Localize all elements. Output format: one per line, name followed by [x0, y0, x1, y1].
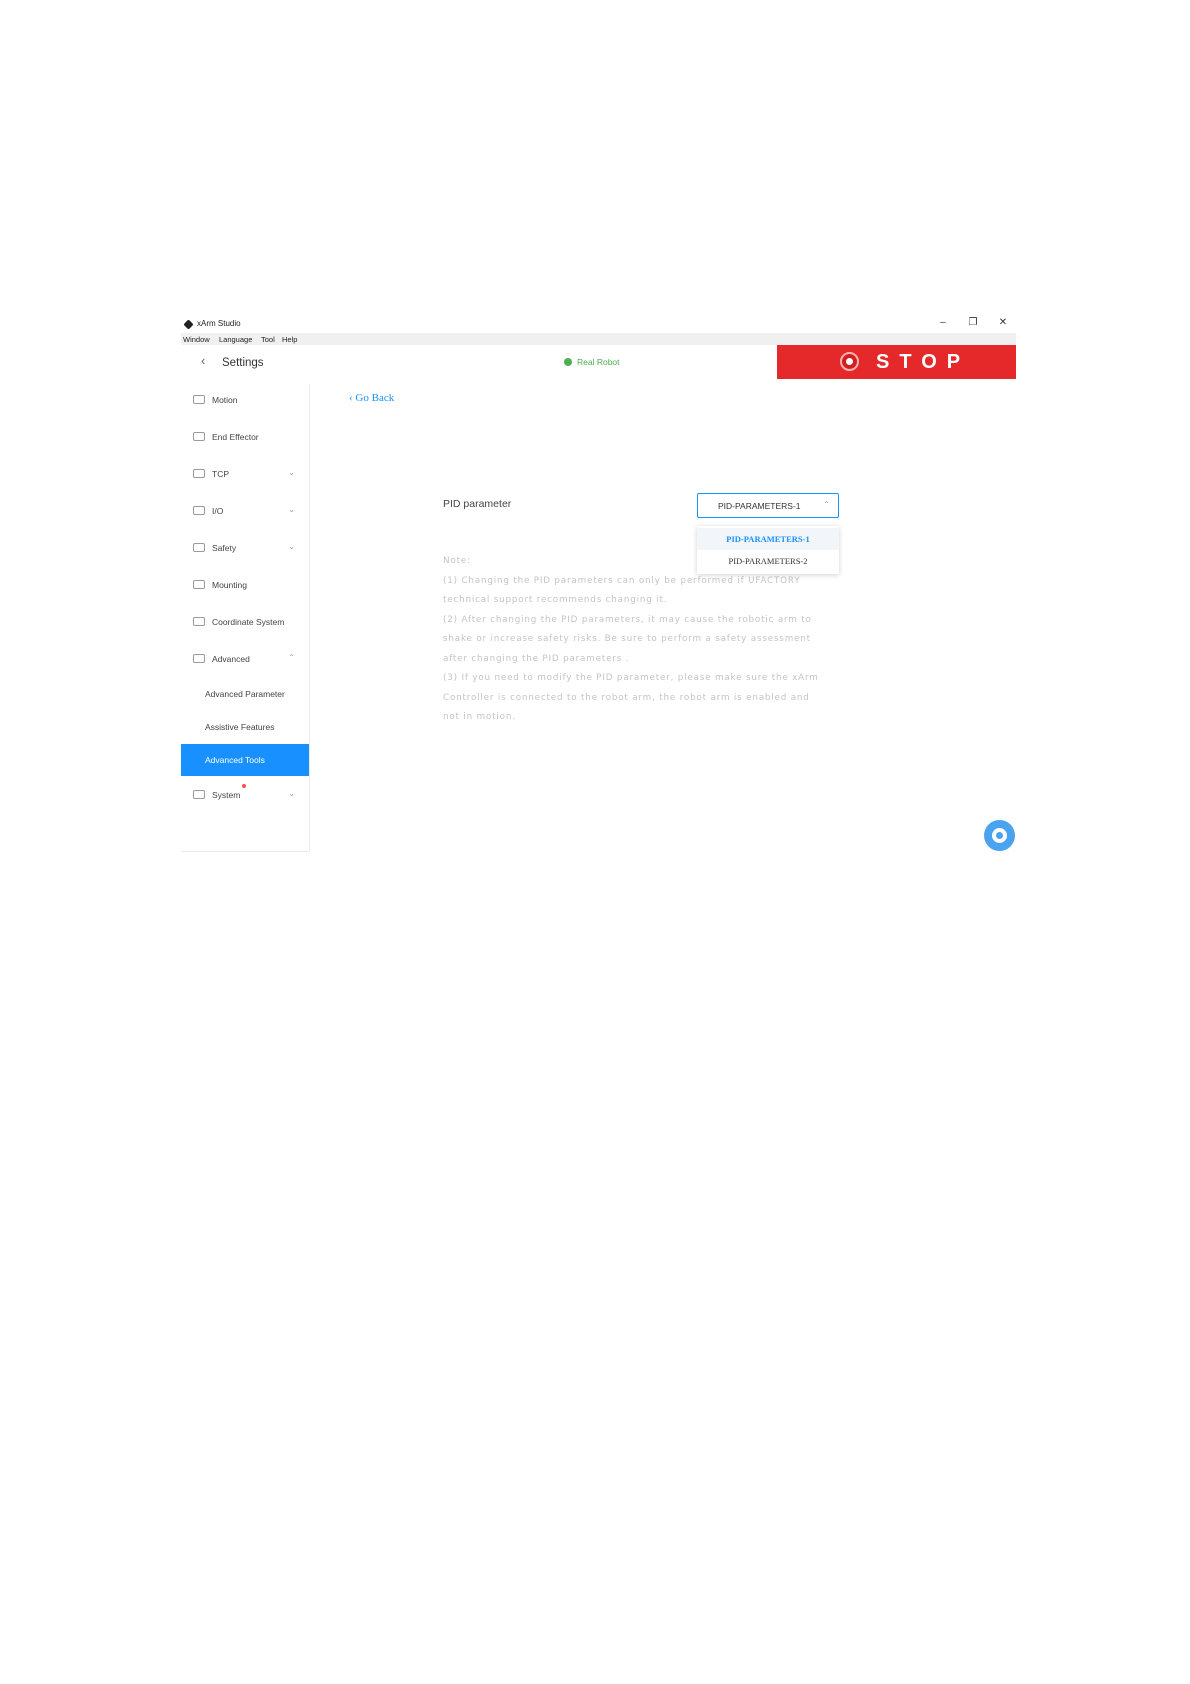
menu-tool[interactable]: Tool	[261, 335, 275, 344]
note-line: Controller is connected to the robot arm…	[443, 692, 810, 703]
close-icon[interactable]: ✕	[996, 317, 1010, 328]
sidebar-subitem-assistive-features[interactable]: Assistive Features	[181, 711, 309, 743]
advanced-icon	[193, 654, 205, 663]
safety-icon	[193, 543, 205, 552]
chevron-down-icon: ⌄	[288, 505, 295, 514]
note-line: (3) If you need to modify the PID parame…	[443, 673, 819, 683]
sidebar-subitem-label: Advanced Parameter	[205, 689, 285, 699]
sidebar-item-label: Safety	[212, 543, 237, 553]
sidebar: Motion End Effector TCP ⌄ I/O ⌄ Safety ⌄…	[181, 384, 310, 852]
pid-parameter-dropdown: PID-PARAMETERS-1 PID-PARAMETERS-2	[697, 526, 839, 574]
sidebar-item-system[interactable]: System ⌄	[181, 779, 309, 811]
note-line: technical support recommends changing it…	[443, 595, 668, 605]
maximize-icon[interactable]: ❐	[966, 317, 980, 328]
stop-icon	[840, 352, 859, 371]
sidebar-subitem-advanced-parameter[interactable]: Advanced Parameter	[181, 678, 309, 710]
dropdown-option-pid-1[interactable]: PID-PARAMETERS-1	[697, 528, 839, 550]
note-line: not in motion.	[443, 712, 516, 722]
select-value: PID-PARAMETERS-1	[718, 501, 801, 511]
app-window: xArm Studio – ❐ ✕ Window Language Tool H…	[181, 316, 1016, 852]
sidebar-item-label: Motion	[212, 395, 238, 405]
pid-parameter-label: PID parameter	[443, 498, 512, 510]
sidebar-item-label: End Effector	[212, 432, 259, 442]
menu-bar: Window Language Tool Help	[181, 333, 1016, 345]
page-title: Settings	[222, 357, 264, 369]
motion-icon	[193, 395, 205, 404]
mounting-icon	[193, 580, 205, 589]
menu-help[interactable]: Help	[282, 335, 297, 344]
go-back-link[interactable]: ‹ Go Back	[349, 392, 394, 404]
sidebar-item-mounting[interactable]: Mounting	[181, 569, 309, 601]
chevron-up-icon: ⌃	[823, 500, 830, 509]
note-line: (2) After changing the PID parameters, i…	[443, 614, 812, 625]
chevron-down-icon: ⌄	[288, 468, 295, 477]
menu-window[interactable]: Window	[183, 335, 210, 344]
sidebar-subitem-label: Advanced Tools	[205, 755, 265, 765]
header: ‹ Settings Real Robot STOP	[181, 345, 1016, 379]
sidebar-item-end-effector[interactable]: End Effector	[181, 421, 309, 453]
note-line: after changing the PID parameters .	[443, 653, 630, 664]
sidebar-item-label: System	[212, 790, 241, 800]
back-chevron-icon[interactable]: ‹	[201, 353, 205, 368]
title-bar: xArm Studio – ❐ ✕	[181, 316, 1016, 333]
status-label: Real Robot	[577, 357, 620, 367]
stop-button[interactable]: STOP	[777, 345, 1016, 379]
dropdown-option-pid-2[interactable]: PID-PARAMETERS-2	[697, 550, 839, 572]
coordinate-icon	[193, 617, 205, 626]
connection-status: Real Robot	[564, 357, 620, 367]
sidebar-item-advanced[interactable]: Advanced ⌃	[181, 643, 309, 675]
settings-gear-button[interactable]	[984, 820, 1015, 851]
end-effector-icon	[193, 432, 205, 441]
sidebar-item-label: Mounting	[212, 580, 247, 590]
notification-dot	[242, 784, 246, 788]
app-logo-icon	[183, 319, 194, 330]
sidebar-item-label: Advanced	[212, 654, 250, 664]
sidebar-subitem-label: Assistive Features	[205, 722, 275, 732]
system-icon	[193, 790, 205, 799]
app-title: xArm Studio	[197, 319, 241, 328]
sidebar-item-label: TCP	[212, 469, 229, 479]
pid-parameter-select[interactable]: PID-PARAMETERS-1 ⌃	[697, 493, 839, 518]
note-line: (1) Changing the PID parameters can only…	[443, 575, 801, 586]
chevron-down-icon: ⌄	[288, 789, 295, 798]
note-line: shake or increase safety risks. Be sure …	[443, 634, 811, 644]
sidebar-item-coordinate-system[interactable]: Coordinate System	[181, 606, 309, 638]
io-icon	[193, 506, 205, 515]
sidebar-subitem-advanced-tools[interactable]: Advanced Tools	[181, 744, 309, 776]
sidebar-item-io[interactable]: I/O ⌄	[181, 495, 309, 527]
chevron-up-icon: ⌃	[288, 653, 295, 662]
stop-label: STOP	[876, 351, 971, 373]
minimize-icon[interactable]: –	[936, 317, 950, 328]
status-check-icon	[564, 358, 572, 366]
chevron-down-icon: ⌄	[288, 542, 295, 551]
sidebar-item-motion[interactable]: Motion	[181, 384, 309, 416]
sidebar-item-tcp[interactable]: TCP ⌄	[181, 458, 309, 490]
menu-language[interactable]: Language	[219, 335, 252, 344]
sidebar-item-label: I/O	[212, 506, 224, 516]
sidebar-item-safety[interactable]: Safety ⌄	[181, 532, 309, 564]
tcp-icon	[193, 469, 205, 478]
pid-note: Note: (1) Changing the PID parameters ca…	[443, 552, 843, 728]
sidebar-item-label: Coordinate System	[212, 617, 285, 627]
go-back-label: Go Back	[355, 392, 395, 404]
